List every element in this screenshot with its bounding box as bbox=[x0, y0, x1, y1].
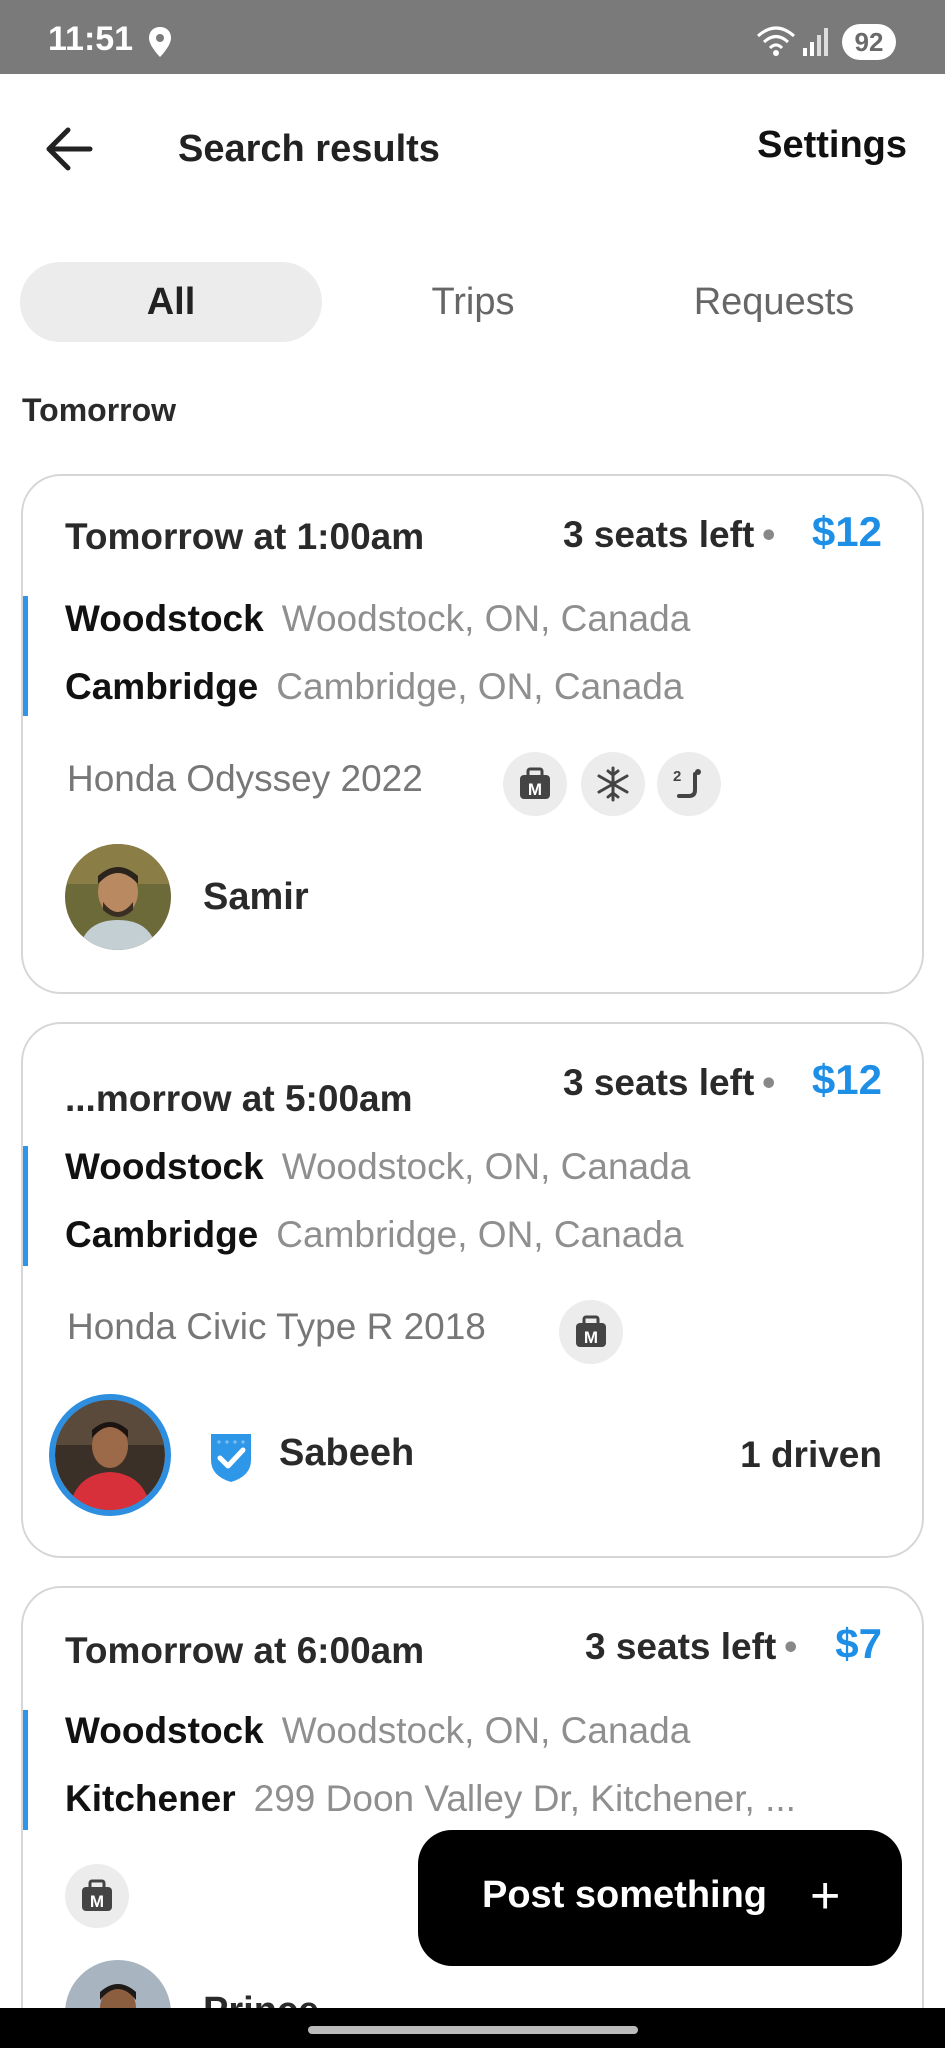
origin-stop: Woodstock Woodstock, ON, Canada bbox=[65, 598, 691, 639]
trip-price: $7 bbox=[835, 1620, 882, 1667]
seats-left: 3 seats left • bbox=[585, 1626, 798, 1667]
battery-indicator: 92 bbox=[842, 24, 896, 60]
signal-icon bbox=[803, 28, 828, 56]
filter-tabs: All Trips Requests bbox=[20, 262, 925, 342]
plus-icon: + bbox=[810, 1867, 841, 1925]
route-line bbox=[23, 1710, 28, 1830]
page-title: Search results bbox=[178, 128, 440, 170]
tab-requests[interactable]: Requests bbox=[623, 262, 925, 342]
seats-left: 3 seats left • bbox=[563, 1062, 776, 1103]
verified-badge-icon bbox=[207, 1432, 255, 1484]
svg-text:M: M bbox=[584, 1328, 598, 1347]
system-navigation-bar bbox=[0, 2008, 945, 2048]
settings-button[interactable]: Settings bbox=[757, 124, 907, 167]
home-handle[interactable] bbox=[308, 2026, 638, 2034]
svg-text:M: M bbox=[528, 780, 542, 799]
car-model: Honda Civic Type R 2018 bbox=[67, 1306, 486, 1347]
wifi-icon bbox=[757, 26, 795, 56]
back-arrow-icon[interactable] bbox=[44, 126, 94, 172]
luggage-icon: M bbox=[559, 1300, 623, 1364]
route-line bbox=[23, 596, 28, 716]
section-label-tomorrow: Tomorrow bbox=[22, 392, 177, 428]
trip-price: $12 bbox=[811, 1056, 882, 1103]
trip-price: $12 bbox=[811, 508, 882, 555]
destination-stop: Cambridge Cambridge, ON, Canada bbox=[65, 666, 684, 707]
avatar[interactable] bbox=[65, 844, 171, 950]
trip-time: Tomorrow at 1:00am bbox=[65, 516, 425, 557]
origin-stop: Woodstock Woodstock, ON, Canada bbox=[65, 1146, 691, 1187]
svg-text:M: M bbox=[90, 1892, 104, 1911]
tab-all[interactable]: All bbox=[20, 262, 322, 342]
post-something-label: Post something bbox=[482, 1874, 768, 1916]
trip-card[interactable]: Tomorrow at 1:00am 3 seats left • $12 Woo… bbox=[21, 474, 924, 994]
driver-name: Sabeeh bbox=[279, 1432, 415, 1474]
status-time: 11:51 bbox=[48, 20, 134, 58]
tab-trips[interactable]: Trips bbox=[322, 262, 624, 342]
luggage-icon: M bbox=[503, 752, 567, 816]
status-bar: 11:51 92 bbox=[0, 0, 945, 74]
destination-stop: Cambridge Cambridge, ON, Canada bbox=[65, 1214, 684, 1255]
destination-stop: Kitchener 299 Doon Valley Dr, Kitchener, … bbox=[65, 1778, 796, 1819]
driven-count: 1 driven bbox=[740, 1434, 882, 1475]
location-pin-icon bbox=[149, 27, 171, 57]
seats-left: 3 seats left • bbox=[563, 514, 776, 555]
avatar[interactable] bbox=[49, 1394, 171, 1516]
luggage-icon: M bbox=[65, 1864, 129, 1928]
trip-time: Tomorrow at 6:00am bbox=[65, 1630, 425, 1671]
trip-time: ...morrow at 5:00am bbox=[65, 1078, 413, 1119]
two-back-seat-icon: 2 bbox=[657, 752, 721, 816]
trip-card[interactable]: ...morrow at 5:00am 3 seats left • $12 Wo… bbox=[21, 1022, 924, 1558]
driver-name: Samir bbox=[203, 876, 309, 918]
app-header: Search results Settings bbox=[0, 74, 945, 224]
post-something-button[interactable]: Post something + bbox=[418, 1830, 902, 1966]
route-line bbox=[23, 1146, 28, 1266]
trip-card[interactable]: Tomorrow at 6:00am 3 seats left • $7 Wood… bbox=[21, 1586, 924, 2048]
origin-stop: Woodstock Woodstock, ON, Canada bbox=[65, 1710, 691, 1751]
car-model: Honda Odyssey 2022 bbox=[67, 758, 423, 799]
svg-text:2: 2 bbox=[673, 768, 681, 785]
snowflake-icon bbox=[581, 752, 645, 816]
